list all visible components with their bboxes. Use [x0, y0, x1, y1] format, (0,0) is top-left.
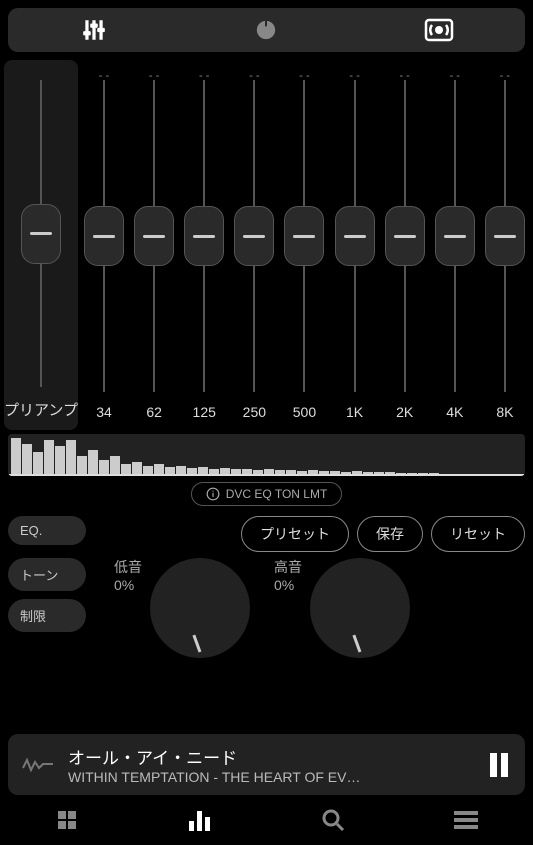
eq-band-1k[interactable]: - - 1K: [331, 60, 379, 430]
preamp-slider[interactable]: プリアンプ: [4, 60, 78, 430]
bottom-nav: [0, 795, 533, 845]
nav-menu[interactable]: [400, 795, 533, 845]
eq-band-500[interactable]: - - 500: [280, 60, 328, 430]
eq-toggle[interactable]: EQ.: [8, 516, 86, 545]
nav-equalizer[interactable]: [133, 795, 266, 845]
band-label: 500: [293, 398, 316, 430]
treble-label: 高音0%: [274, 558, 302, 594]
tab-volume[interactable]: [180, 8, 352, 52]
band-label: 8K: [496, 398, 513, 430]
bass-knob[interactable]: [150, 558, 250, 658]
nav-search[interactable]: [267, 795, 400, 845]
band-label: 125: [193, 398, 216, 430]
eq-band-250[interactable]: - - 250: [230, 60, 278, 430]
equalizer-sliders: プリアンプ - - 34 - - 62 - - 125 - - 250 - - …: [0, 60, 533, 430]
track-subtitle: WITHIN TEMPTATION - THE HEART OF EV…: [68, 769, 473, 785]
grid-icon: [55, 808, 79, 832]
bass-label: 低音0%: [114, 558, 142, 594]
eq-band-4k[interactable]: - - 4K: [431, 60, 479, 430]
pause-icon[interactable]: [487, 751, 511, 779]
sliders-icon: [81, 17, 107, 43]
band-label: 2K: [396, 398, 413, 430]
save-button[interactable]: 保存: [357, 516, 423, 552]
eq-band-62[interactable]: - - 62: [130, 60, 178, 430]
limit-toggle[interactable]: 制限: [8, 599, 86, 632]
equalizer-icon: [187, 809, 213, 831]
preset-button[interactable]: プリセット: [241, 516, 349, 552]
info-icon: [206, 487, 220, 501]
band-label: 1K: [346, 398, 363, 430]
eq-band-8k[interactable]: - - 8K: [481, 60, 529, 430]
band-label: 4K: [446, 398, 463, 430]
tab-equalizer[interactable]: [8, 8, 180, 52]
search-icon: [321, 808, 345, 832]
reset-button[interactable]: リセット: [431, 516, 525, 552]
top-tabs: [8, 8, 525, 52]
tone-toggle[interactable]: トーン: [8, 558, 86, 591]
eq-band-2k[interactable]: - - 2K: [381, 60, 429, 430]
spectrum-visualizer: [8, 434, 525, 476]
tab-reverb[interactable]: [353, 8, 525, 52]
band-label: 62: [146, 398, 162, 430]
now-playing-bar[interactable]: オール・アイ・ニード WITHIN TEMPTATION - THE HEART…: [8, 734, 525, 795]
preamp-label: プリアンプ: [4, 393, 78, 430]
hamburger-icon: [454, 810, 478, 830]
status-text: DVC EQ TON LMT: [226, 487, 328, 501]
knob-icon: [255, 19, 277, 41]
nav-library[interactable]: [0, 795, 133, 845]
eq-band-125[interactable]: - - 125: [180, 60, 228, 430]
track-title: オール・アイ・ニード: [68, 744, 473, 769]
band-label: 34: [96, 398, 112, 430]
waveform-icon: [22, 756, 54, 774]
treble-knob[interactable]: [310, 558, 410, 658]
band-label: 250: [243, 398, 266, 430]
status-chip[interactable]: DVC EQ TON LMT: [191, 482, 343, 506]
eq-band-34[interactable]: - - 34: [80, 60, 128, 430]
surround-icon: [424, 17, 454, 43]
